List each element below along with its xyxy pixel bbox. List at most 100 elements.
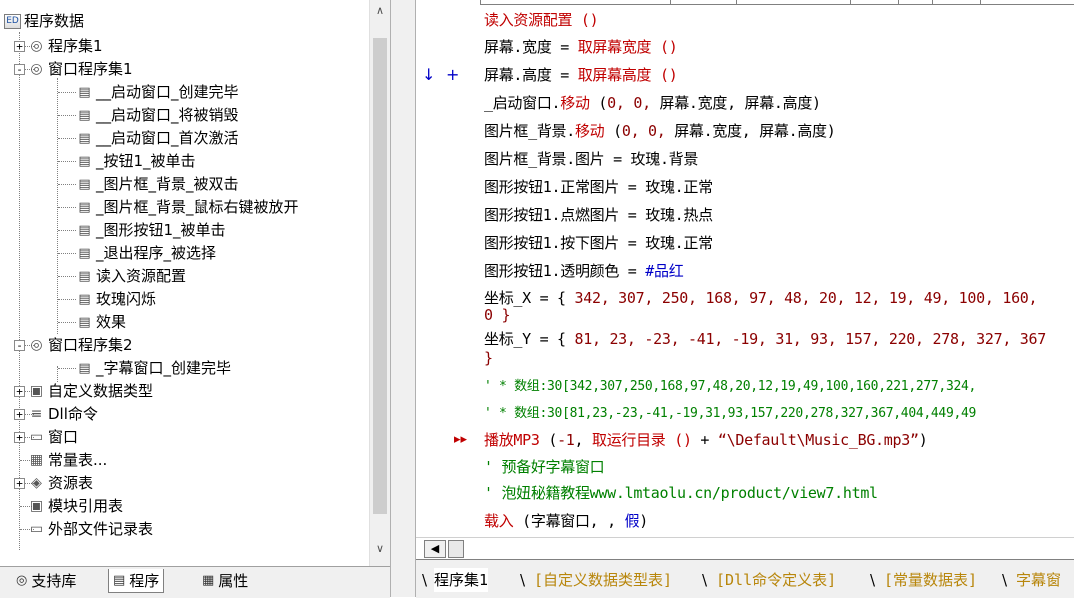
code-token: 移动 <box>574 122 605 140</box>
code-line[interactable]: 图形按钮1.正常图片 = 玫瑰.正常 <box>484 175 713 199</box>
code-token: 图形按钮1.按下图片 = 玫瑰.正常 <box>484 234 713 252</box>
dll-icon: ≡ <box>30 405 43 422</box>
code-token: ' * 数组:30[342,307,250,168,97,48,20,12,19… <box>484 379 977 394</box>
code-token: “\Default\Music_BG.mp3” <box>717 431 919 449</box>
scroll-down-icon[interactable]: ∨ <box>370 540 390 557</box>
code-line[interactable]: 图形按钮1.点燃图片 = 玫瑰.热点 <box>484 203 713 227</box>
code-horizontal-scrollbar[interactable]: ◀ <box>416 537 1074 560</box>
code-token: 屏幕.宽度 = <box>484 38 578 56</box>
sub-icon: ▤ <box>78 291 91 307</box>
tree-item-label: 资源表 <box>48 474 94 492</box>
code-tab[interactable]: 程序集1 <box>434 568 489 592</box>
code-line[interactable]: 图形按钮1.按下图片 = 玫瑰.正常 <box>484 231 713 255</box>
code-token: ' 泡妞秘籍教程www.lmtaolu.cn/product/view7.htm… <box>484 484 878 502</box>
code-line[interactable]: 坐标_Y = { 81, 23, -23, -41, -19, 31, 93, … <box>484 327 1046 351</box>
tree-item[interactable]: ▣ 模块引用表 <box>14 495 123 517</box>
tab-program[interactable]: ▤ 程序 <box>108 569 165 593</box>
tree-item[interactable]: + ▭ 窗口 <box>14 426 78 448</box>
tree-subitem[interactable]: ▤ _图片框_背景_鼠标右键被放开 <box>58 196 298 218</box>
code-line[interactable]: ' * 数组:30[342,307,250,168,97,48,20,12,19… <box>484 375 976 399</box>
tree-subitem[interactable]: ▤ _按钮1_被单击 <box>58 150 195 172</box>
scroll-up-icon[interactable]: ∧ <box>370 2 390 19</box>
code-token: 0 } <box>484 306 511 324</box>
constant-table-icon: ▦ <box>29 451 44 468</box>
tree-item[interactable]: + ◈ 资源表 <box>14 472 93 494</box>
code-tab[interactable]: [自定义数据类型表] <box>534 568 672 592</box>
code-token: 移动 <box>560 94 590 112</box>
code-line[interactable]: 播放MP3 (-1, 取运行目录 () + “\Default\Music_BG… <box>484 428 928 452</box>
tree-subitem[interactable]: ▤ 效果 <box>58 311 126 333</box>
resource-icon: ◈ <box>31 474 42 491</box>
library-icon: ◎ <box>16 573 28 588</box>
scroll-left-icon[interactable]: ◀ <box>424 540 446 558</box>
tree-item[interactable]: - ◎ 窗口程序集1 <box>14 58 133 80</box>
code-line[interactable]: 坐标_X = { 342, 307, 250, 168, 97, 48, 20,… <box>484 286 1038 310</box>
sub-icon: ▤ <box>78 107 91 123</box>
code-line[interactable]: } <box>484 346 493 370</box>
code-line[interactable]: 屏幕.宽度 = 取屏幕宽度 () <box>484 35 678 59</box>
execution-pointer-icon: ▸▸ <box>454 432 468 447</box>
code-line[interactable]: 读入资源配置 () <box>484 8 599 32</box>
tree-item-label: _图形按钮1_被单击 <box>96 221 226 239</box>
expand-icon[interactable]: + <box>14 408 25 420</box>
tree-root[interactable]: ED 程序数据 <box>4 10 84 32</box>
code-token: 81, 23, -23, -41, -19, 31, 93, 157, 220,… <box>574 330 1047 348</box>
plus-icon: + <box>446 65 460 84</box>
code-token: #品红 <box>645 262 684 280</box>
code-tab[interactable]: [Dll命令定义表] <box>716 568 836 592</box>
expand-icon[interactable]: + <box>14 477 25 489</box>
code-line[interactable]: ' 预备好字幕窗口 <box>484 455 605 479</box>
code-token: 0, 0, <box>621 122 675 140</box>
tree-item[interactable]: + ≡ Dll命令 <box>14 403 98 425</box>
code-line[interactable]: 载入 (字幕窗口, , 假) <box>484 509 648 533</box>
tree-item[interactable]: + ◎ 程序集1 <box>14 35 103 57</box>
tree-item[interactable]: + ▣ 自定义数据类型 <box>14 380 153 402</box>
tab-separator: \ <box>1002 571 1008 589</box>
tree-subitem[interactable]: ▤ __启动窗口_创建完毕 <box>58 81 238 103</box>
code-token: 假 <box>624 512 640 530</box>
tree-subitem[interactable]: ▤ _图形按钮1_被单击 <box>58 219 226 241</box>
tree-subitem[interactable]: ▤ 玫瑰闪烁 <box>58 288 156 310</box>
tab-properties[interactable]: ▦ 属性 <box>198 569 252 593</box>
code-line[interactable]: ' 泡妞秘籍教程www.lmtaolu.cn/product/view7.htm… <box>484 481 878 505</box>
code-line[interactable]: _启动窗口.移动 (0, 0, 屏幕.宽度, 屏幕.高度) <box>484 91 821 115</box>
arrow-down-icon: ↓ <box>422 65 436 84</box>
code-tab[interactable]: [常量数据表] <box>884 568 977 592</box>
code-token: , <box>574 431 592 449</box>
code-token: 屏幕.高度 = <box>484 66 578 84</box>
code-line[interactable]: 0 } <box>484 303 511 327</box>
tree-subitem[interactable]: ▤ __启动窗口_首次激活 <box>58 127 239 149</box>
tree-item-label: __启动窗口_首次激活 <box>96 129 239 147</box>
tree-subitem[interactable]: ▤ 读入资源配置 <box>58 265 186 287</box>
tree-subitem[interactable]: ▤ _退出程序_被选择 <box>58 242 216 264</box>
tree-subitem[interactable]: ▤ __启动窗口_将被销毁 <box>58 104 238 126</box>
sub-icon: ▤ <box>78 84 91 100</box>
tree-item[interactable]: ▭ 外部文件记录表 <box>14 518 153 540</box>
program-data-icon: ED <box>4 13 21 29</box>
horizontal-scroll-thumb[interactable] <box>448 540 464 558</box>
code-line[interactable]: ' * 数组:30[81,23,-23,-41,-19,31,93,157,22… <box>484 402 976 426</box>
tab-separator: \ <box>870 571 876 589</box>
tree-item[interactable]: - ◎ 窗口程序集2 <box>14 334 133 356</box>
tree-subitem[interactable]: ▤ _字幕窗口_创建完毕 <box>58 357 231 379</box>
collapse-icon[interactable]: - <box>14 63 25 75</box>
tab-support-library[interactable]: ◎ 支持库 <box>12 569 80 593</box>
collapse-icon[interactable]: - <box>14 339 25 351</box>
code-line[interactable]: 图片框_背景.移动 (0, 0, 屏幕.宽度, 屏幕.高度) <box>484 119 836 143</box>
scroll-thumb[interactable] <box>373 38 387 514</box>
code-tab[interactable]: 字幕窗 <box>1016 568 1061 592</box>
expand-icon[interactable]: + <box>14 385 25 397</box>
tree-item-label: 玫瑰闪烁 <box>96 290 157 308</box>
tree-item[interactable]: ▦ 常量表... <box>14 449 107 471</box>
expand-icon[interactable]: + <box>14 40 25 52</box>
tree-subitem[interactable]: ▤ _图片框_背景_被双击 <box>58 173 238 195</box>
code-token: 屏幕.宽度, 屏幕.高度) <box>674 122 836 140</box>
code-line[interactable]: 屏幕.高度 = 取屏幕高度 () <box>484 63 678 87</box>
code-line[interactable]: 图形按钮1.透明颜色 = #品红 <box>484 259 684 283</box>
tree-vertical-scrollbar[interactable]: ∧ ∨ <box>369 0 390 566</box>
expand-icon[interactable]: + <box>14 431 25 443</box>
code-line[interactable]: 图片框_背景.图片 = 玫瑰.背景 <box>484 147 698 171</box>
tab-separator: \ <box>422 571 428 589</box>
panel-splitter[interactable] <box>390 0 416 597</box>
code-editor[interactable]: ↓ + ▸▸ 读入资源配置 () 屏幕.宽度 = 取屏幕宽度 () 屏幕.高度 = … <box>416 0 1074 537</box>
